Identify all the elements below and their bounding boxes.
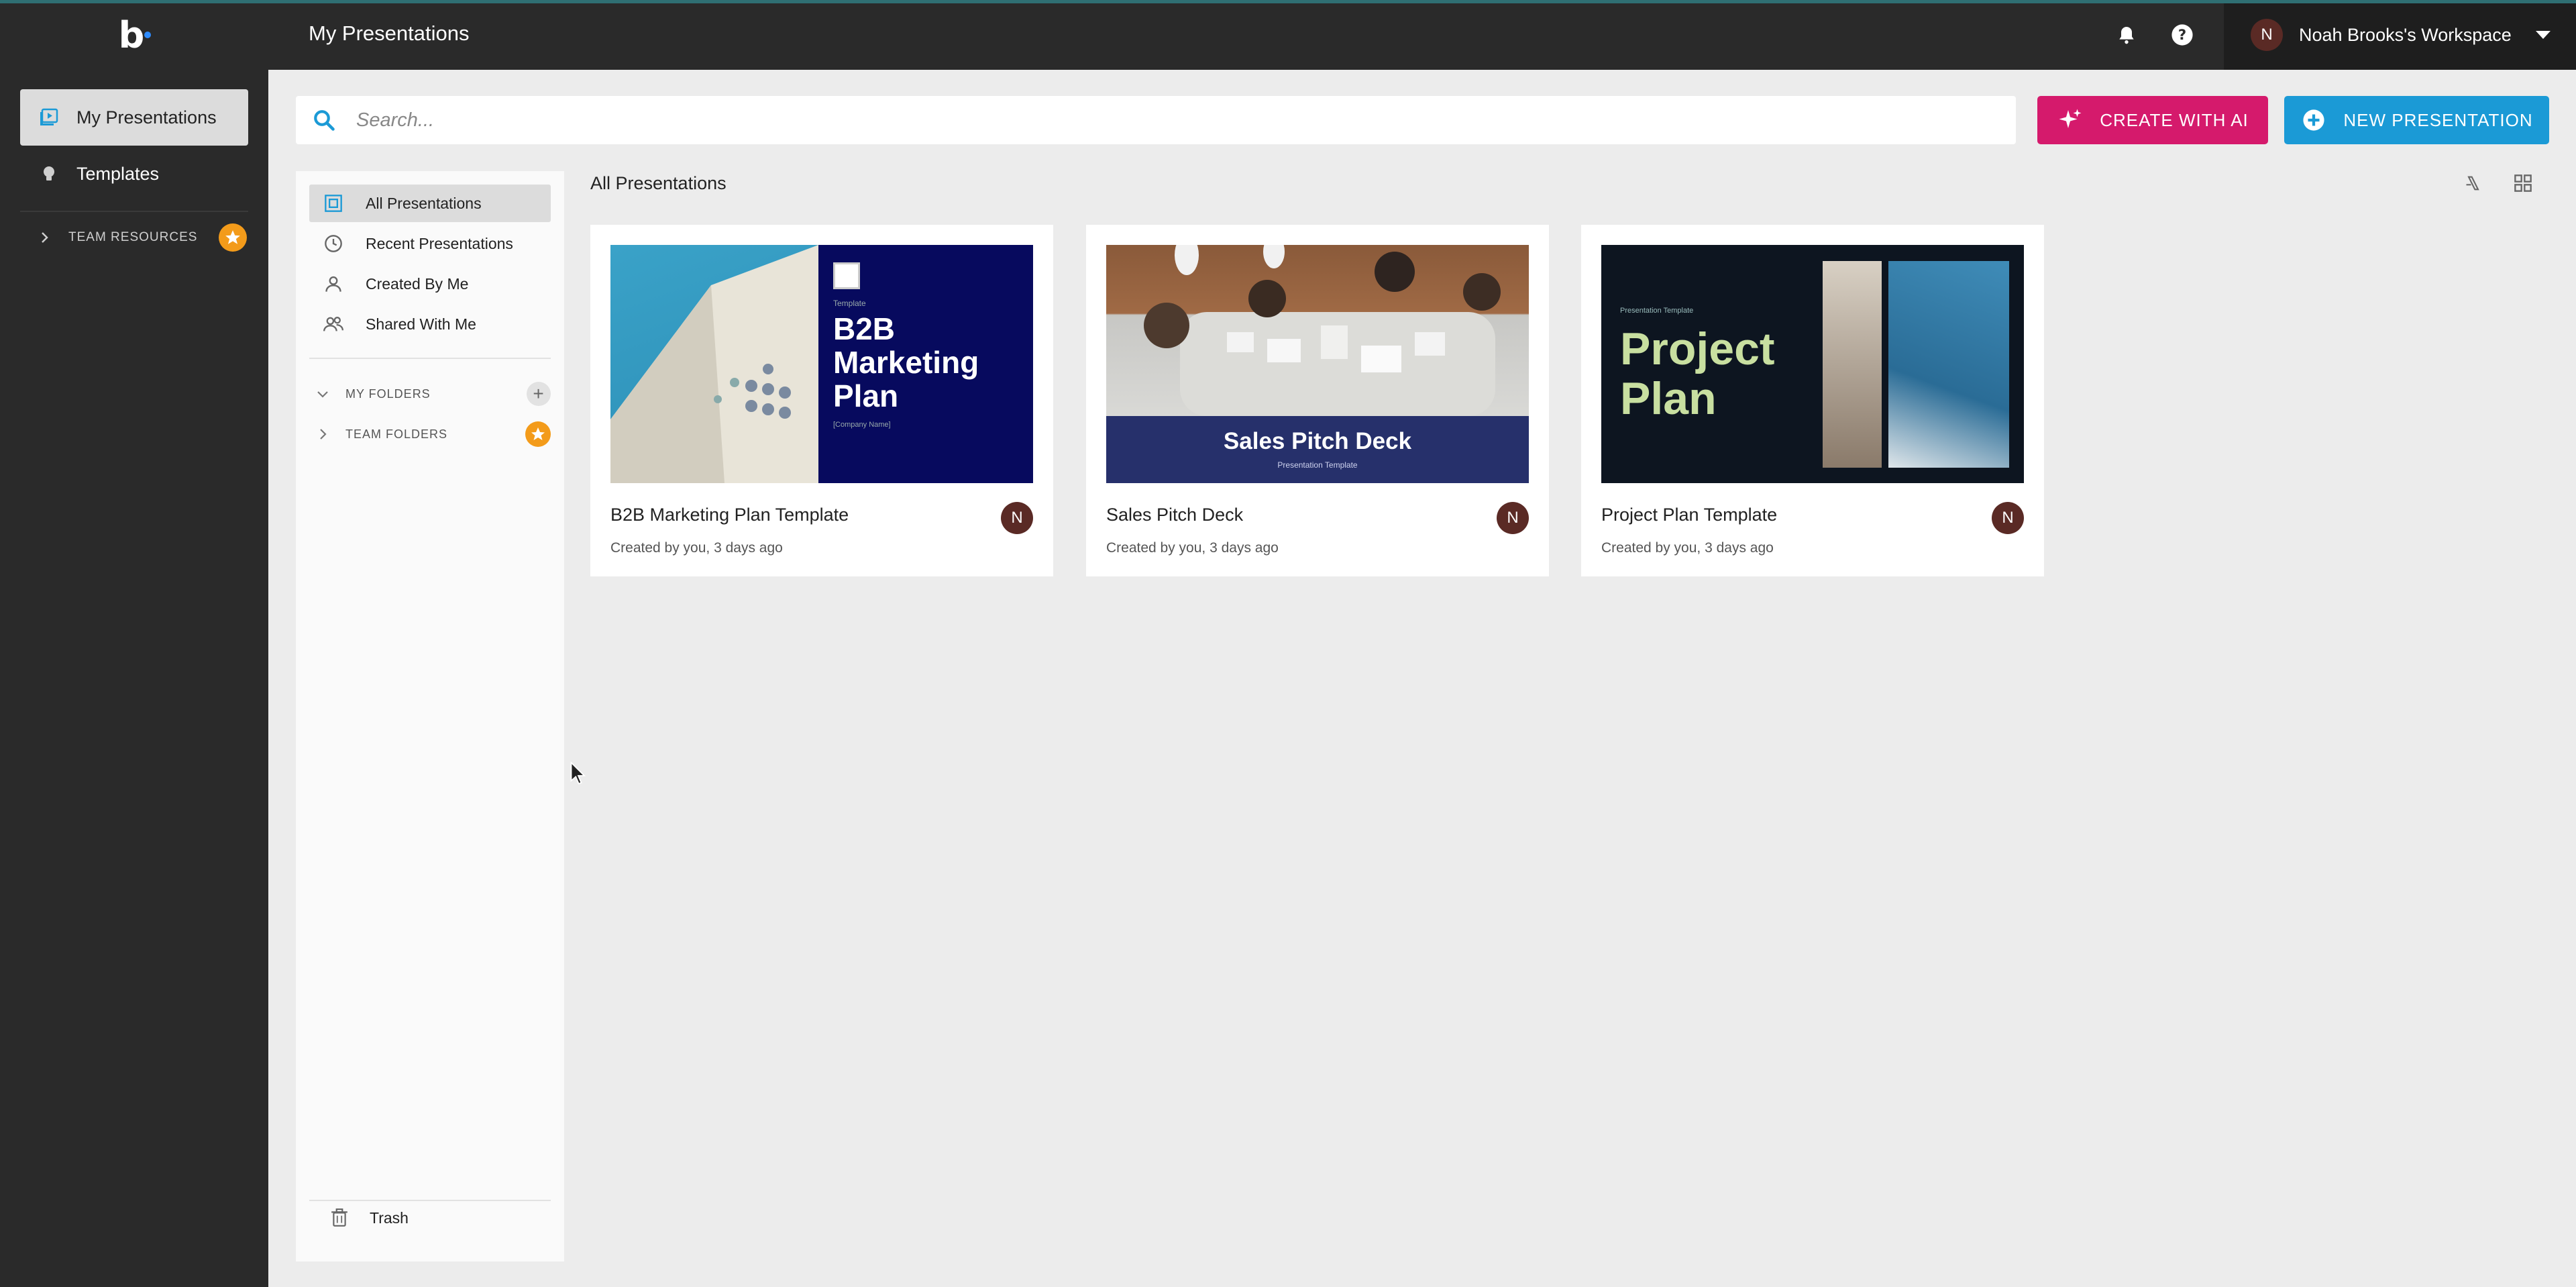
my-folders-label: MY FOLDERS bbox=[345, 387, 431, 401]
filter-label: Recent Presentations bbox=[366, 234, 513, 252]
svg-text:?: ? bbox=[2178, 27, 2186, 44]
app-sidebar: b My Presentations Templates TEAM RESOUR… bbox=[0, 0, 268, 1287]
thumbnail-subtitle: Presentation Template bbox=[1277, 460, 1358, 470]
create-with-ai-button[interactable]: CREATE WITH AI bbox=[2037, 96, 2268, 144]
presentation-card[interactable]: Presentation Template Project Plan Proje… bbox=[1581, 225, 2044, 576]
all-presentations-icon bbox=[323, 193, 344, 214]
filter-label: All Presentations bbox=[366, 194, 482, 212]
workspace-switcher[interactable]: N Noah Brooks's Workspace bbox=[2224, 0, 2576, 70]
chevron-right-icon bbox=[38, 230, 52, 245]
team-folders-toggle[interactable]: TEAM FOLDERS bbox=[316, 419, 551, 449]
nav-item-label: My Presentations bbox=[76, 107, 217, 127]
plus-circle-icon bbox=[2300, 107, 2327, 134]
filter-divider bbox=[309, 358, 551, 359]
sort-icon[interactable] bbox=[2462, 172, 2485, 195]
presentation-thumbnail[interactable]: Sales Pitch Deck Presentation Template bbox=[1106, 245, 1529, 483]
page-title: My Presentations bbox=[309, 21, 470, 45]
trash-label: Trash bbox=[370, 1208, 409, 1227]
nav-divider bbox=[20, 211, 248, 212]
presentation-meta: Created by you, 3 days ago bbox=[1601, 540, 1774, 556]
my-folders-toggle[interactable]: MY FOLDERS + bbox=[316, 379, 551, 409]
filter-label: Created By Me bbox=[366, 274, 469, 293]
notifications-bell-icon[interactable] bbox=[2113, 21, 2140, 48]
trash-icon bbox=[329, 1208, 350, 1228]
thumbnail-small-text: Template bbox=[833, 299, 866, 308]
star-icon bbox=[525, 421, 551, 447]
search-icon bbox=[311, 107, 337, 134]
thumbnail-project-plan: Presentation Template Project Plan bbox=[1601, 245, 2024, 483]
caret-down-icon bbox=[2535, 31, 2551, 39]
avatar: N bbox=[1497, 502, 1529, 534]
sparkle-icon bbox=[2057, 107, 2084, 134]
avatar: N bbox=[1001, 502, 1033, 534]
nav-item-my-presentations[interactable]: My Presentations bbox=[20, 89, 248, 146]
thumbnail-office-image bbox=[1823, 261, 1882, 468]
search-input[interactable] bbox=[356, 109, 1966, 132]
filter-all-presentations[interactable]: All Presentations bbox=[309, 185, 551, 222]
thumbnail-title-band: Sales Pitch Deck Presentation Template bbox=[1106, 416, 1529, 483]
lightbulb-icon bbox=[38, 162, 60, 185]
logo-placeholder bbox=[833, 262, 860, 289]
workspace-name: Noah Brooks's Workspace bbox=[2299, 24, 2512, 45]
user-icon bbox=[323, 273, 344, 295]
top-bar: My Presentations ? N Noah Brooks's Works… bbox=[268, 0, 2576, 70]
filter-sidebar: All Presentations Recent Presentations C… bbox=[296, 171, 564, 1262]
presentation-thumbnail[interactable]: Presentation Template Project Plan bbox=[1601, 245, 2024, 483]
create-with-ai-label: CREATE WITH AI bbox=[2100, 109, 2249, 130]
new-presentation-label: NEW PRESENTATION bbox=[2343, 109, 2533, 130]
logo-dot bbox=[144, 32, 152, 38]
star-icon bbox=[219, 223, 248, 252]
clock-icon bbox=[323, 233, 344, 254]
thumbnail-meeting-image bbox=[1106, 245, 1529, 416]
thumbnail-title: Project Plan bbox=[1620, 323, 1775, 424]
chevron-right-icon bbox=[316, 427, 331, 442]
team-folders-label: TEAM FOLDERS bbox=[345, 427, 448, 441]
thumbnail-building-image bbox=[610, 245, 818, 483]
chevron-down-icon bbox=[316, 387, 331, 401]
trash-link[interactable]: Trash bbox=[329, 1208, 409, 1228]
logo-text: b bbox=[118, 13, 145, 56]
thumbnail-title: B2B Marketing Plan bbox=[833, 311, 979, 413]
mouse-cursor-icon bbox=[570, 761, 586, 789]
trash-divider bbox=[309, 1200, 551, 1201]
filter-recent-presentations[interactable]: Recent Presentations bbox=[309, 225, 551, 262]
thumbnail-title: Sales Pitch Deck bbox=[1223, 428, 1412, 454]
add-folder-button[interactable]: + bbox=[527, 382, 551, 406]
team-resources-toggle[interactable]: TEAM RESOURCES bbox=[38, 223, 248, 252]
section-title: All Presentations bbox=[590, 173, 727, 193]
search-bar[interactable] bbox=[296, 96, 2016, 144]
presentation-icon bbox=[38, 106, 60, 129]
team-resources-label: TEAM RESOURCES bbox=[68, 230, 198, 244]
thumbnail-title-panel: Template B2B Marketing Plan [Company Nam… bbox=[818, 245, 1033, 483]
thumbnail-small-text: Presentation Template bbox=[1620, 307, 1694, 315]
presentation-meta: Created by you, 3 days ago bbox=[610, 540, 783, 556]
users-icon bbox=[323, 313, 344, 335]
app-logo[interactable]: b bbox=[0, 0, 268, 70]
presentation-meta: Created by you, 3 days ago bbox=[1106, 540, 1279, 556]
grid-view-icon[interactable] bbox=[2512, 172, 2534, 195]
filter-shared-with-me[interactable]: Shared With Me bbox=[309, 305, 551, 343]
help-icon[interactable]: ? bbox=[2169, 21, 2196, 48]
presentation-card[interactable]: Template B2B Marketing Plan [Company Nam… bbox=[590, 225, 1053, 576]
avatar: N bbox=[2251, 19, 2283, 51]
presentation-name[interactable]: B2B Marketing Plan Template bbox=[610, 505, 849, 525]
new-presentation-button[interactable]: NEW PRESENTATION bbox=[2284, 96, 2549, 144]
avatar: N bbox=[1992, 502, 2024, 534]
thumbnail-escalator-image bbox=[1888, 261, 2009, 468]
top-accent-line bbox=[0, 0, 2576, 3]
presentation-card[interactable]: Sales Pitch Deck Presentation Template S… bbox=[1086, 225, 1549, 576]
nav-item-label: Templates bbox=[76, 163, 160, 184]
presentation-name[interactable]: Project Plan Template bbox=[1601, 505, 1777, 525]
presentation-name[interactable]: Sales Pitch Deck bbox=[1106, 505, 1243, 525]
nav-item-templates[interactable]: Templates bbox=[20, 146, 248, 202]
thumbnail-subtitle: [Company Name] bbox=[833, 421, 891, 429]
filter-created-by-me[interactable]: Created By Me bbox=[309, 265, 551, 303]
filter-label: Shared With Me bbox=[366, 315, 476, 333]
presentation-thumbnail[interactable]: Template B2B Marketing Plan [Company Nam… bbox=[610, 245, 1033, 483]
